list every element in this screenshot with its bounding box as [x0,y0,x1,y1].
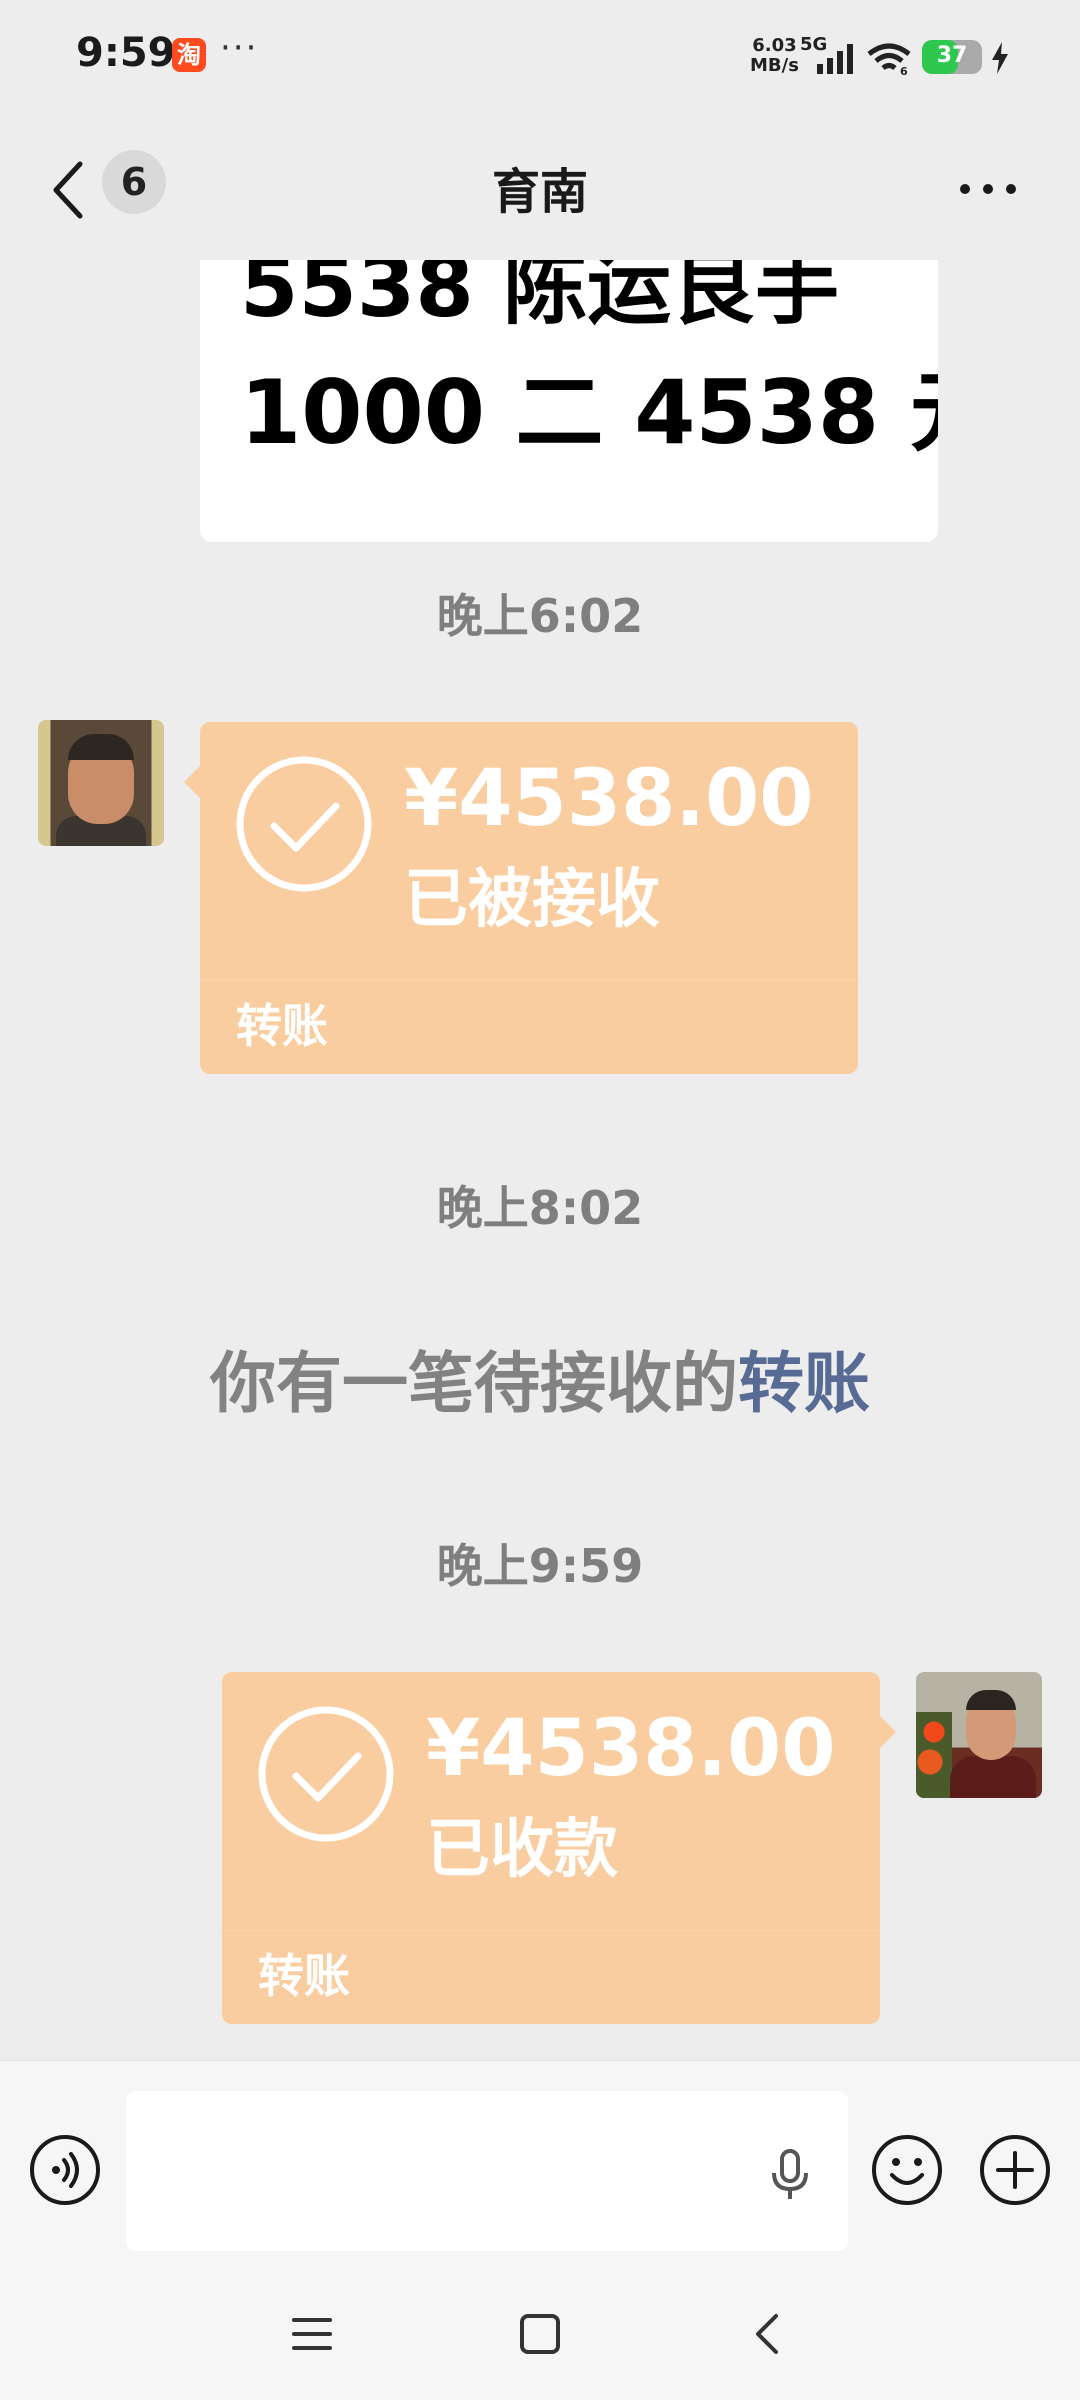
network-speed-value: 6.03 [752,35,797,56]
voice-mode-icon[interactable] [28,2133,102,2207]
transfer-label: 转账 [236,999,328,1053]
text-message-line-1: 5538 陈运良手 [240,260,840,336]
timestamp-1: 晚上6:02 [436,589,644,643]
taobao-notification-icon: 淘 [172,38,206,72]
home-icon[interactable] [518,2312,562,2356]
microphone-icon[interactable] [768,2149,812,2201]
transfer-amount: ¥4538.00 [426,1704,836,1794]
input-bar [0,2060,1080,2261]
text-message-bubble[interactable]: 5538 陈运良手 1000 二 4538 元 [200,260,938,542]
timestamp-3: 晚上9:59 [436,1539,644,1593]
svg-text:6: 6 [900,65,908,76]
transfer-card-received[interactable]: ¥4538.00 已被接收 转账 [184,722,858,1074]
battery-icon: 37 [922,40,982,74]
transfer-label: 转账 [258,1949,350,2003]
pending-transfer-notice: 你有一笔待接收的转账 [0,1330,1080,1426]
transfer-status: 已收款 [426,1813,618,1887]
add-more-icon[interactable] [978,2133,1052,2207]
system-navigation-bar [0,2260,1080,2400]
transfer-link[interactable]: 转账 [738,1345,870,1422]
pending-transfer-text: 你有一笔待接收的 [210,1345,738,1422]
network-speed-unit: MB/s [750,55,799,76]
signal-icon [817,44,853,74]
transfer-card-collected[interactable]: ¥4538.00 已收款 转账 [222,1672,896,2024]
transfer-status: 已被接收 [404,863,660,937]
emoji-icon[interactable] [870,2133,944,2207]
charging-icon [992,42,1008,74]
message-input[interactable] [126,2091,848,2251]
more-notifications-icon: ··· [220,28,259,68]
timestamp-2: 晚上8:02 [436,1181,644,1235]
contact-avatar[interactable] [38,720,164,846]
check-circle-icon [258,1706,394,1842]
more-options-icon[interactable] [958,182,1018,196]
my-avatar[interactable] [916,1672,1042,1798]
network-speed: 6.03 MB/s [750,36,799,76]
chat-title: 育南 [491,164,588,220]
system-back-icon[interactable] [746,2312,790,2356]
wifi-icon: 6 [867,43,911,76]
battery-level: 37 [936,43,968,68]
text-message-line-2: 1000 二 4538 元 [240,361,938,464]
check-circle-icon [236,756,372,892]
status-bar: 9:59 淘 ··· 6.03 MB/s 5G 6 37 [0,0,1080,120]
status-time: 9:59 [76,30,176,76]
menu-icon[interactable] [290,2312,334,2356]
transfer-amount: ¥4538.00 [404,754,814,844]
message-list[interactable]: 5538 陈运良手 1000 二 4538 元 晚上6:02 ¥4538.00 … [0,260,1080,2060]
